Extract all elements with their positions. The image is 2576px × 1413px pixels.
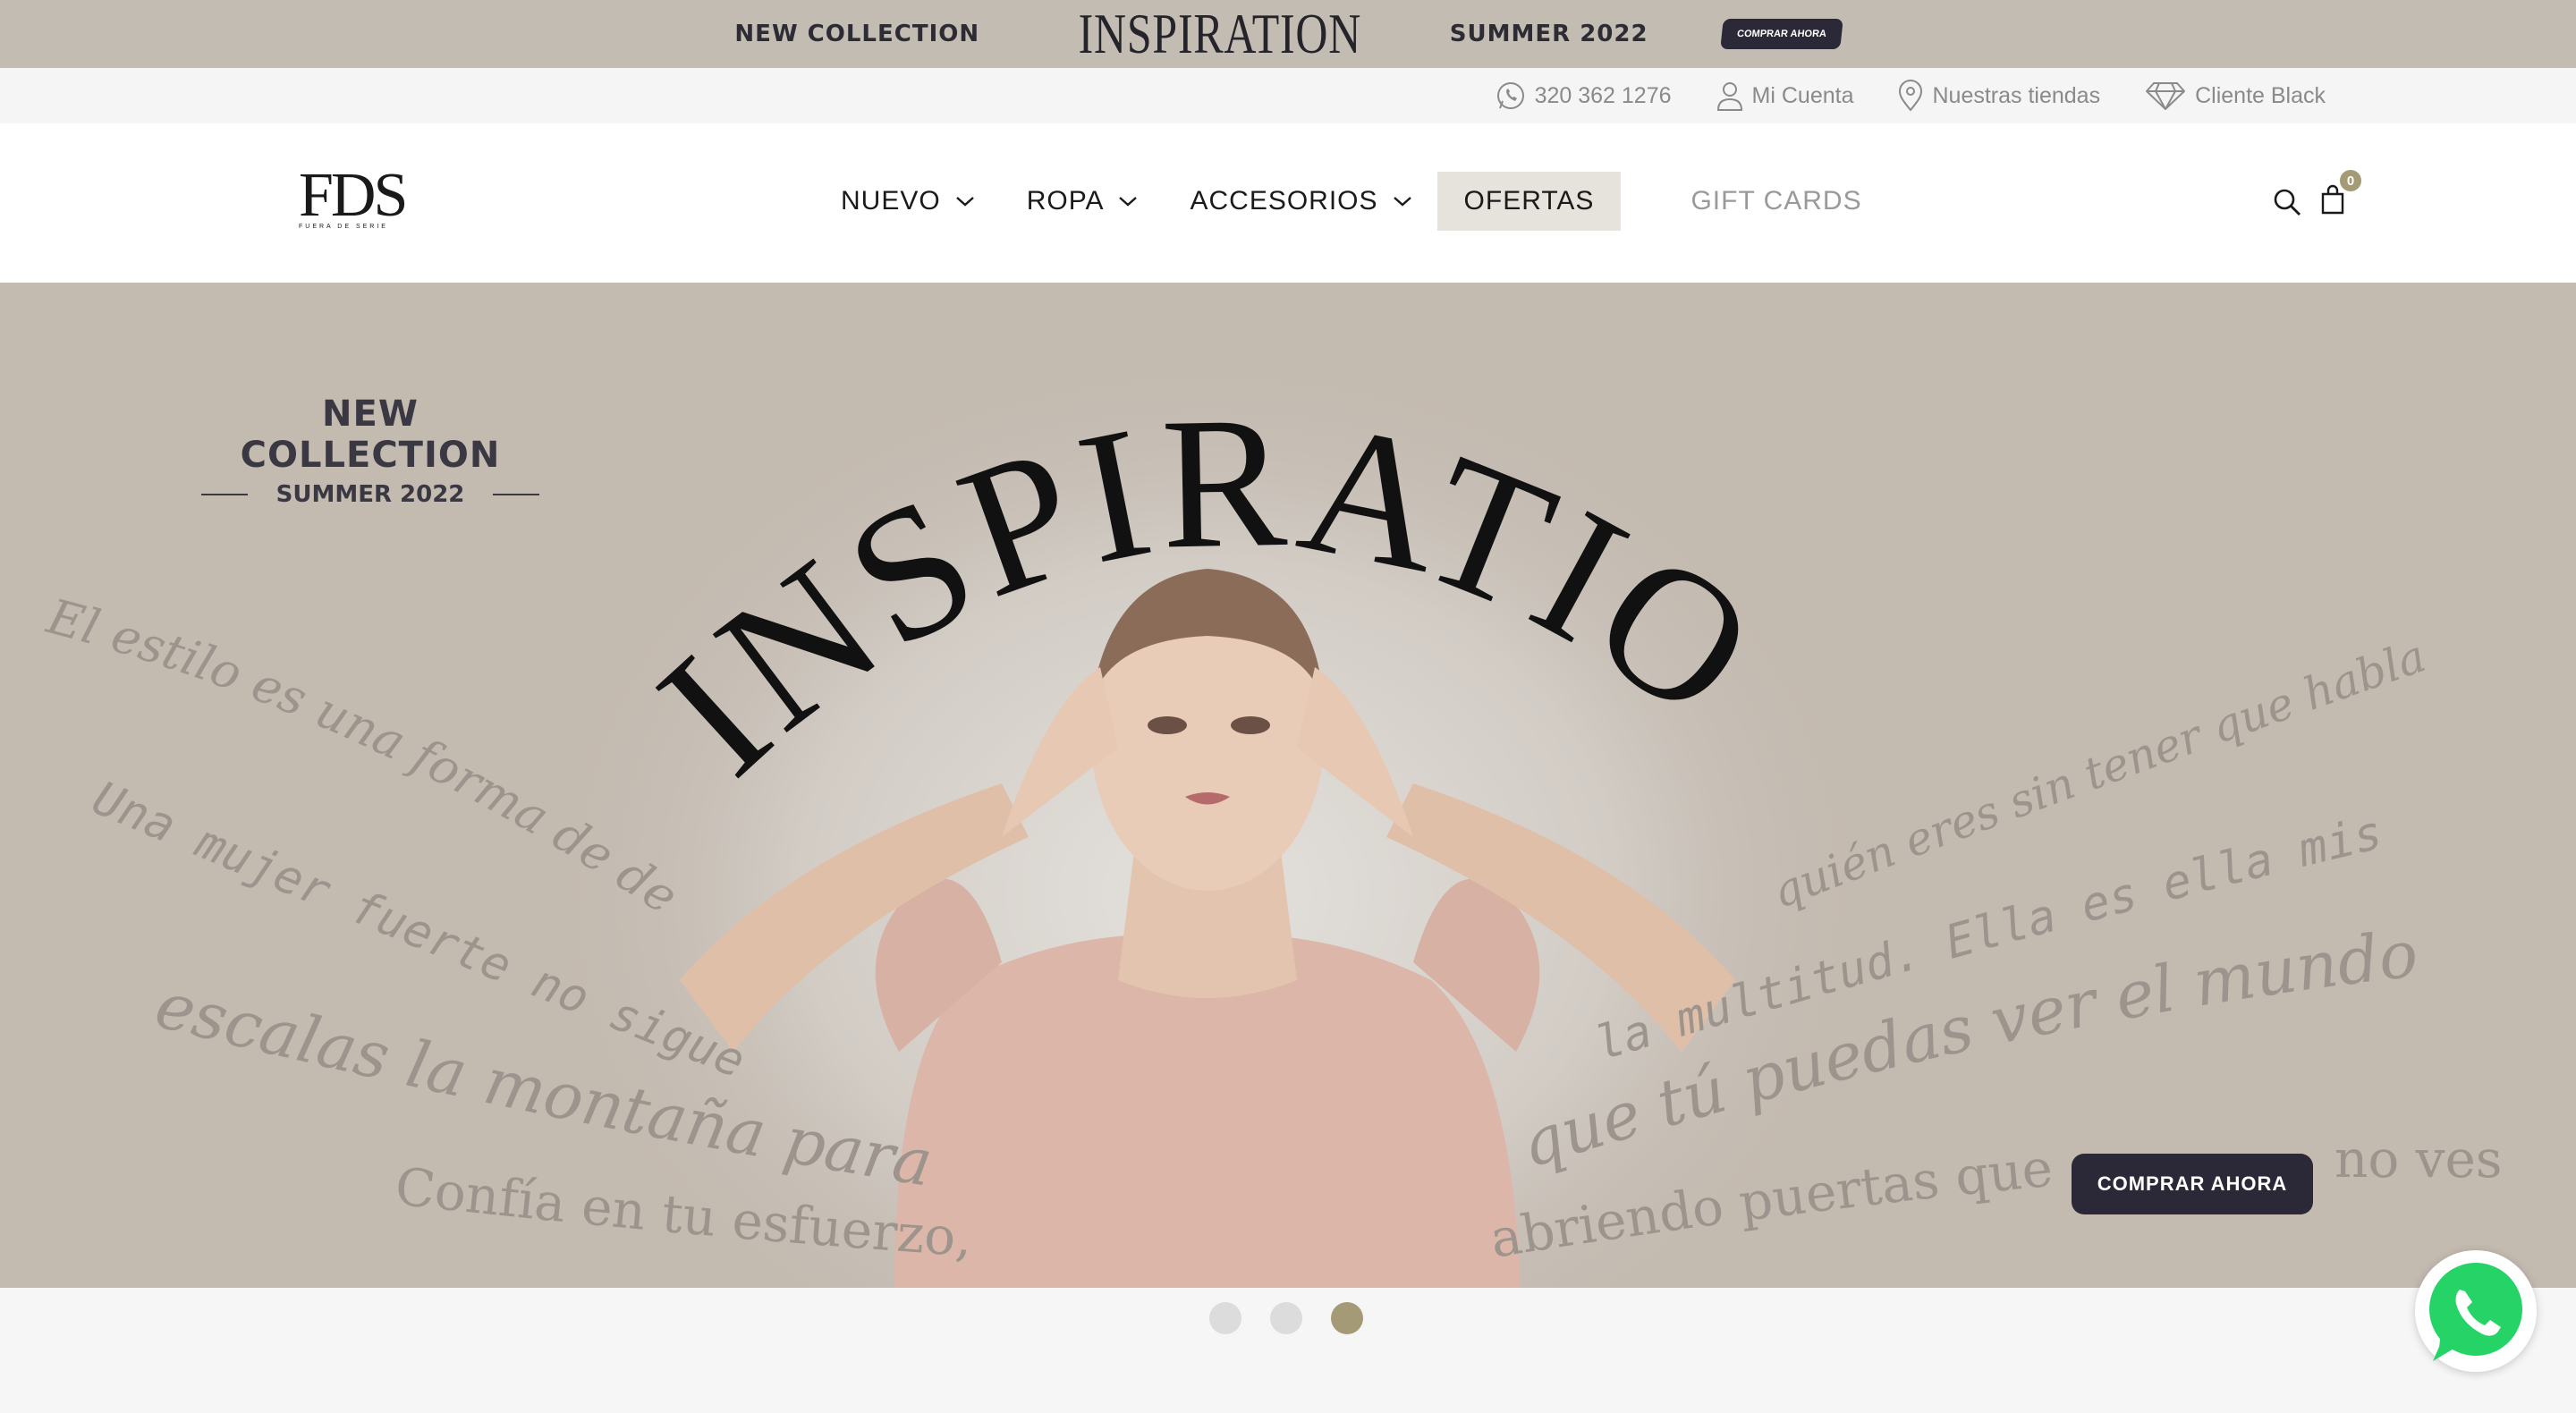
- quote-line: no ves: [2334, 1129, 2503, 1189]
- account-label: Mi Cuenta: [1751, 82, 1854, 108]
- chevron-down-icon: [955, 197, 974, 207]
- stores-label: Nuestras tiendas: [1932, 82, 2101, 108]
- collection-label: NEW COLLECTION SUMMER 2022: [191, 393, 549, 508]
- shopping-bag-icon: [2321, 184, 2344, 215]
- carousel-dot[interactable]: [1270, 1302, 1302, 1334]
- main-nav: NUEVO ROPA ACCESORIOS OFERTAS GIFT CARDS: [841, 172, 1862, 231]
- nav-label: ROPA: [1026, 186, 1105, 216]
- vip-link[interactable]: Cliente Black: [2145, 80, 2326, 111]
- promo-headline: INSPIRATION: [1078, 2, 1362, 65]
- carousel-dot[interactable]: [1209, 1302, 1241, 1334]
- nav-item-nuevo[interactable]: NUEVO: [841, 172, 975, 231]
- hero-banner[interactable]: INSPIRATION El estilo es una forma de de…: [0, 283, 2576, 1288]
- promo-right-text: SUMMER 2022: [1449, 21, 1648, 47]
- carousel-dots: [1209, 1302, 1363, 1334]
- chevron-down-icon: [1119, 197, 1138, 207]
- collection-subtitle: SUMMER 2022: [275, 481, 465, 508]
- divider-line: [493, 494, 540, 495]
- phone-number: 320 362 1276: [1534, 82, 1672, 108]
- divider-line: [200, 494, 248, 495]
- nav-label: NUEVO: [841, 186, 941, 216]
- diamond-icon: [2146, 82, 2186, 110]
- chevron-down-icon: [1393, 197, 1411, 207]
- main-header: FDS FUERA DE SERIE NUEVO ROPA ACCESORIOS…: [0, 123, 2576, 283]
- whatsapp-chat-button[interactable]: [2415, 1250, 2537, 1372]
- logo-mark: FDS: [299, 161, 408, 230]
- user-icon: [1716, 82, 1742, 111]
- carousel-dot-active[interactable]: [1331, 1302, 1363, 1334]
- hero-shop-button[interactable]: COMPRAR AHORA: [2072, 1154, 2313, 1214]
- stores-link[interactable]: Nuestras tiendas: [1898, 80, 2100, 112]
- phone-link[interactable]: 320 362 1276: [1496, 80, 1672, 111]
- nav-label: GIFT CARDS: [1690, 186, 1862, 216]
- nav-item-accesorios[interactable]: ACCESORIOS: [1190, 172, 1411, 231]
- search-icon[interactable]: [2272, 187, 2302, 217]
- collection-subtitle-row: SUMMER 2022: [191, 481, 549, 508]
- nav-label: OFERTAS: [1463, 186, 1595, 216]
- promo-left-text: NEW COLLECTION: [734, 21, 980, 47]
- utility-bar: 320 362 1276 Mi Cuenta Nuestras tiendas …: [0, 68, 2576, 123]
- header-actions: 0: [2272, 170, 2361, 219]
- nav-item-gift-cards[interactable]: GIFT CARDS: [1690, 172, 1861, 231]
- account-link[interactable]: Mi Cuenta: [1716, 80, 1854, 111]
- promo-bar[interactable]: NEW COLLECTION INSPIRATION SUMMER 2022 C…: [0, 0, 2576, 68]
- vip-label: Cliente Black: [2195, 82, 2326, 108]
- nav-label: ACCESORIOS: [1190, 186, 1378, 216]
- cart-count-badge: 0: [2340, 170, 2361, 191]
- whatsapp-icon: [1496, 82, 1524, 109]
- whatsapp-icon: [2429, 1263, 2522, 1361]
- logo[interactable]: FDS FUERA DE SERIE: [299, 161, 415, 231]
- promo-shop-button[interactable]: COMPRAR AHORA: [1719, 19, 1843, 49]
- cart-button[interactable]: 0: [2320, 170, 2361, 219]
- nav-item-ropa[interactable]: ROPA: [1027, 172, 1139, 231]
- nav-item-ofertas[interactable]: OFERTAS: [1436, 172, 1622, 231]
- collection-title: NEW COLLECTION: [240, 393, 501, 476]
- location-pin-icon: [1899, 80, 1923, 112]
